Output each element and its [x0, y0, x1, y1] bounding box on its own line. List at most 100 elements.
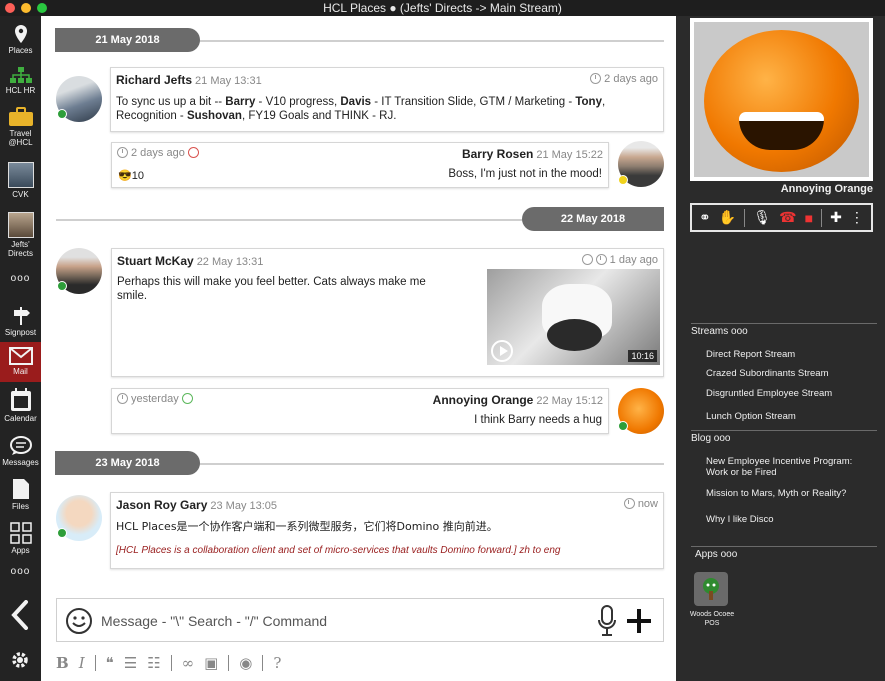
share-icon[interactable]: ⚭ — [699, 209, 711, 226]
camera-off-icon[interactable]: ■ — [805, 210, 813, 226]
presence-indicator — [618, 421, 628, 431]
smiley-reaction-icon[interactable] — [181, 393, 193, 404]
minimize-window-button[interactable] — [21, 3, 31, 13]
message-composer — [56, 598, 664, 642]
video-duration: 10:16 — [628, 350, 657, 362]
org-chart-icon — [9, 67, 32, 83]
post-translation: [HCL Places is a collaboration client an… — [116, 545, 561, 556]
caller-video — [704, 30, 859, 172]
numbered-list-icon[interactable]: ☷ — [147, 654, 160, 672]
sidebar-item-files[interactable]: Files — [0, 478, 41, 511]
clock-icon — [117, 147, 128, 158]
play-icon[interactable] — [491, 340, 513, 362]
post-body: Perhaps this will make you feel better. … — [117, 276, 426, 302]
sidebar-item-label: HCL HR — [5, 86, 36, 95]
zoom-window-button[interactable] — [37, 3, 47, 13]
sidebar-item-label: Mail — [13, 367, 28, 376]
blog-link[interactable]: Mission to Mars, Myth or Reality? — [706, 488, 876, 499]
raise-hand-icon[interactable]: ✋ — [719, 209, 736, 226]
video-call-frame — [690, 18, 873, 181]
blog-link[interactable]: Why I like Disco — [706, 514, 876, 525]
link-icon[interactable]: ∞ — [182, 654, 195, 672]
microphone-icon[interactable] — [597, 605, 617, 637]
bold-button[interactable]: B — [56, 654, 69, 672]
sidebar-more-button[interactable]: ooo — [0, 273, 41, 284]
app-label: Woods Ocoee POS — [689, 611, 735, 627]
italic-button[interactable]: I — [79, 654, 85, 672]
stream-link[interactable]: Crazed Subordinants Stream — [706, 368, 876, 379]
bullet-list-icon[interactable]: ☰ — [124, 654, 137, 672]
caller-name: Annoying Orange — [780, 183, 873, 195]
clock-icon — [623, 498, 635, 509]
sidebar-more-apps-button[interactable]: ooo — [0, 566, 41, 577]
stream-link[interactable]: Lunch Option Stream — [706, 411, 876, 422]
blog-link[interactable]: New Employee Incentive Program: Work or … — [706, 456, 876, 478]
video-thumbnail[interactable]: 10:16 — [487, 269, 660, 365]
toolbar-separator — [228, 655, 230, 671]
sidebar-item-label: Places — [8, 46, 33, 55]
message-input[interactable] — [101, 609, 581, 633]
sidebar-item-calendar[interactable]: Calendar — [0, 388, 41, 423]
plus-icon[interactable] — [625, 607, 653, 635]
reply-card: 2 days ago Barry Rosen 21 May 15:22 😎10 B… — [111, 142, 609, 188]
hang-up-icon[interactable]: ☎ — [779, 209, 796, 226]
mail-icon — [8, 347, 33, 365]
reaction-badge[interactable]: 😎10 — [118, 169, 144, 183]
sidebar-item-cvk[interactable]: CVK — [0, 162, 41, 199]
post-author[interactable]: Stuart McKay 22 May 13:31 — [117, 254, 263, 268]
file-icon — [12, 479, 29, 499]
quote-icon[interactable]: ❝ — [106, 654, 114, 672]
reply-author[interactable]: Annoying Orange 22 May 15:12 — [433, 393, 603, 407]
date-divider: 23 May 2018 — [55, 451, 200, 475]
sidebar-item-mail[interactable]: Mail — [0, 342, 41, 382]
signpost-icon — [13, 307, 30, 325]
presence-indicator — [57, 528, 67, 538]
stream-link[interactable]: Disgruntled Employee Stream — [706, 388, 876, 399]
sad-face-icon[interactable] — [187, 147, 199, 158]
apps-header[interactable]: Apps ooo — [695, 549, 737, 560]
sidebar-item-messages[interactable]: Messages — [0, 436, 41, 467]
date-divider-line — [56, 219, 526, 221]
close-window-button[interactable] — [5, 3, 15, 13]
microphone-icon[interactable]: 🎙 — [753, 209, 771, 226]
emoji-icon[interactable] — [65, 607, 93, 635]
clock-icon — [590, 73, 602, 84]
plus-icon[interactable]: ✚ — [830, 209, 842, 226]
sidebar-item-label: Jefts' Directs — [8, 240, 33, 258]
gear-icon[interactable] — [10, 650, 30, 670]
eye-icon[interactable]: ◉ — [239, 654, 252, 672]
reply-author[interactable]: Barry Rosen 21 May 15:22 — [462, 147, 603, 161]
more-vertical-icon[interactable]: ⋮ — [850, 209, 864, 226]
help-icon[interactable]: ? — [273, 654, 281, 672]
date-divider: 21 May 2018 — [55, 28, 200, 52]
video-still — [547, 319, 602, 351]
apps-grid-icon — [9, 522, 32, 544]
smiley-reaction-icon[interactable] — [581, 254, 593, 265]
sidebar-item-jefts-directs[interactable]: Jefts' Directs — [0, 212, 41, 258]
image-icon[interactable]: ▣ — [204, 654, 218, 672]
reply-timestamp: 21 May 15:22 — [536, 149, 603, 161]
suitcase-icon — [8, 107, 33, 126]
left-sidebar: Places HCL HR Travel @HCL CVK Jefts' Dir… — [0, 16, 41, 681]
post-author[interactable]: Richard Jefts 21 May 13:31 — [116, 73, 262, 87]
reply-body: Boss, I'm just not in the mood! — [448, 168, 602, 180]
sidebar-item-hcl-hr[interactable]: HCL HR — [0, 66, 41, 95]
sidebar-item-label: Apps — [11, 546, 30, 555]
call-controls: ⚭ ✋ 🎙 ☎ ■ ✚ ⋮ — [690, 203, 873, 232]
date-divider-line — [191, 463, 664, 465]
toolbar-separator — [170, 655, 172, 671]
date-divider: 22 May 2018 — [522, 207, 664, 231]
post-author[interactable]: Jason Roy Gary 23 May 13:05 — [116, 498, 277, 512]
blog-header[interactable]: Blog ooo — [691, 433, 730, 444]
sidebar-item-apps[interactable]: Apps — [0, 522, 41, 555]
sidebar-item-travel[interactable]: Travel @HCL — [0, 107, 41, 147]
stream-link[interactable]: Direct Report Stream — [706, 349, 876, 360]
sidebar-item-signpost[interactable]: Signpost — [0, 306, 41, 337]
chevron-left-icon[interactable] — [10, 600, 30, 630]
sidebar-item-label: Signpost — [4, 328, 37, 337]
streams-header[interactable]: Streams ooo — [691, 326, 748, 337]
app-tile[interactable] — [694, 572, 728, 606]
window-titlebar: HCL Places ● (Jefts' Directs -> Main Str… — [0, 0, 885, 16]
sidebar-item-places[interactable]: Places — [0, 24, 41, 55]
location-pin-icon — [14, 25, 27, 43]
